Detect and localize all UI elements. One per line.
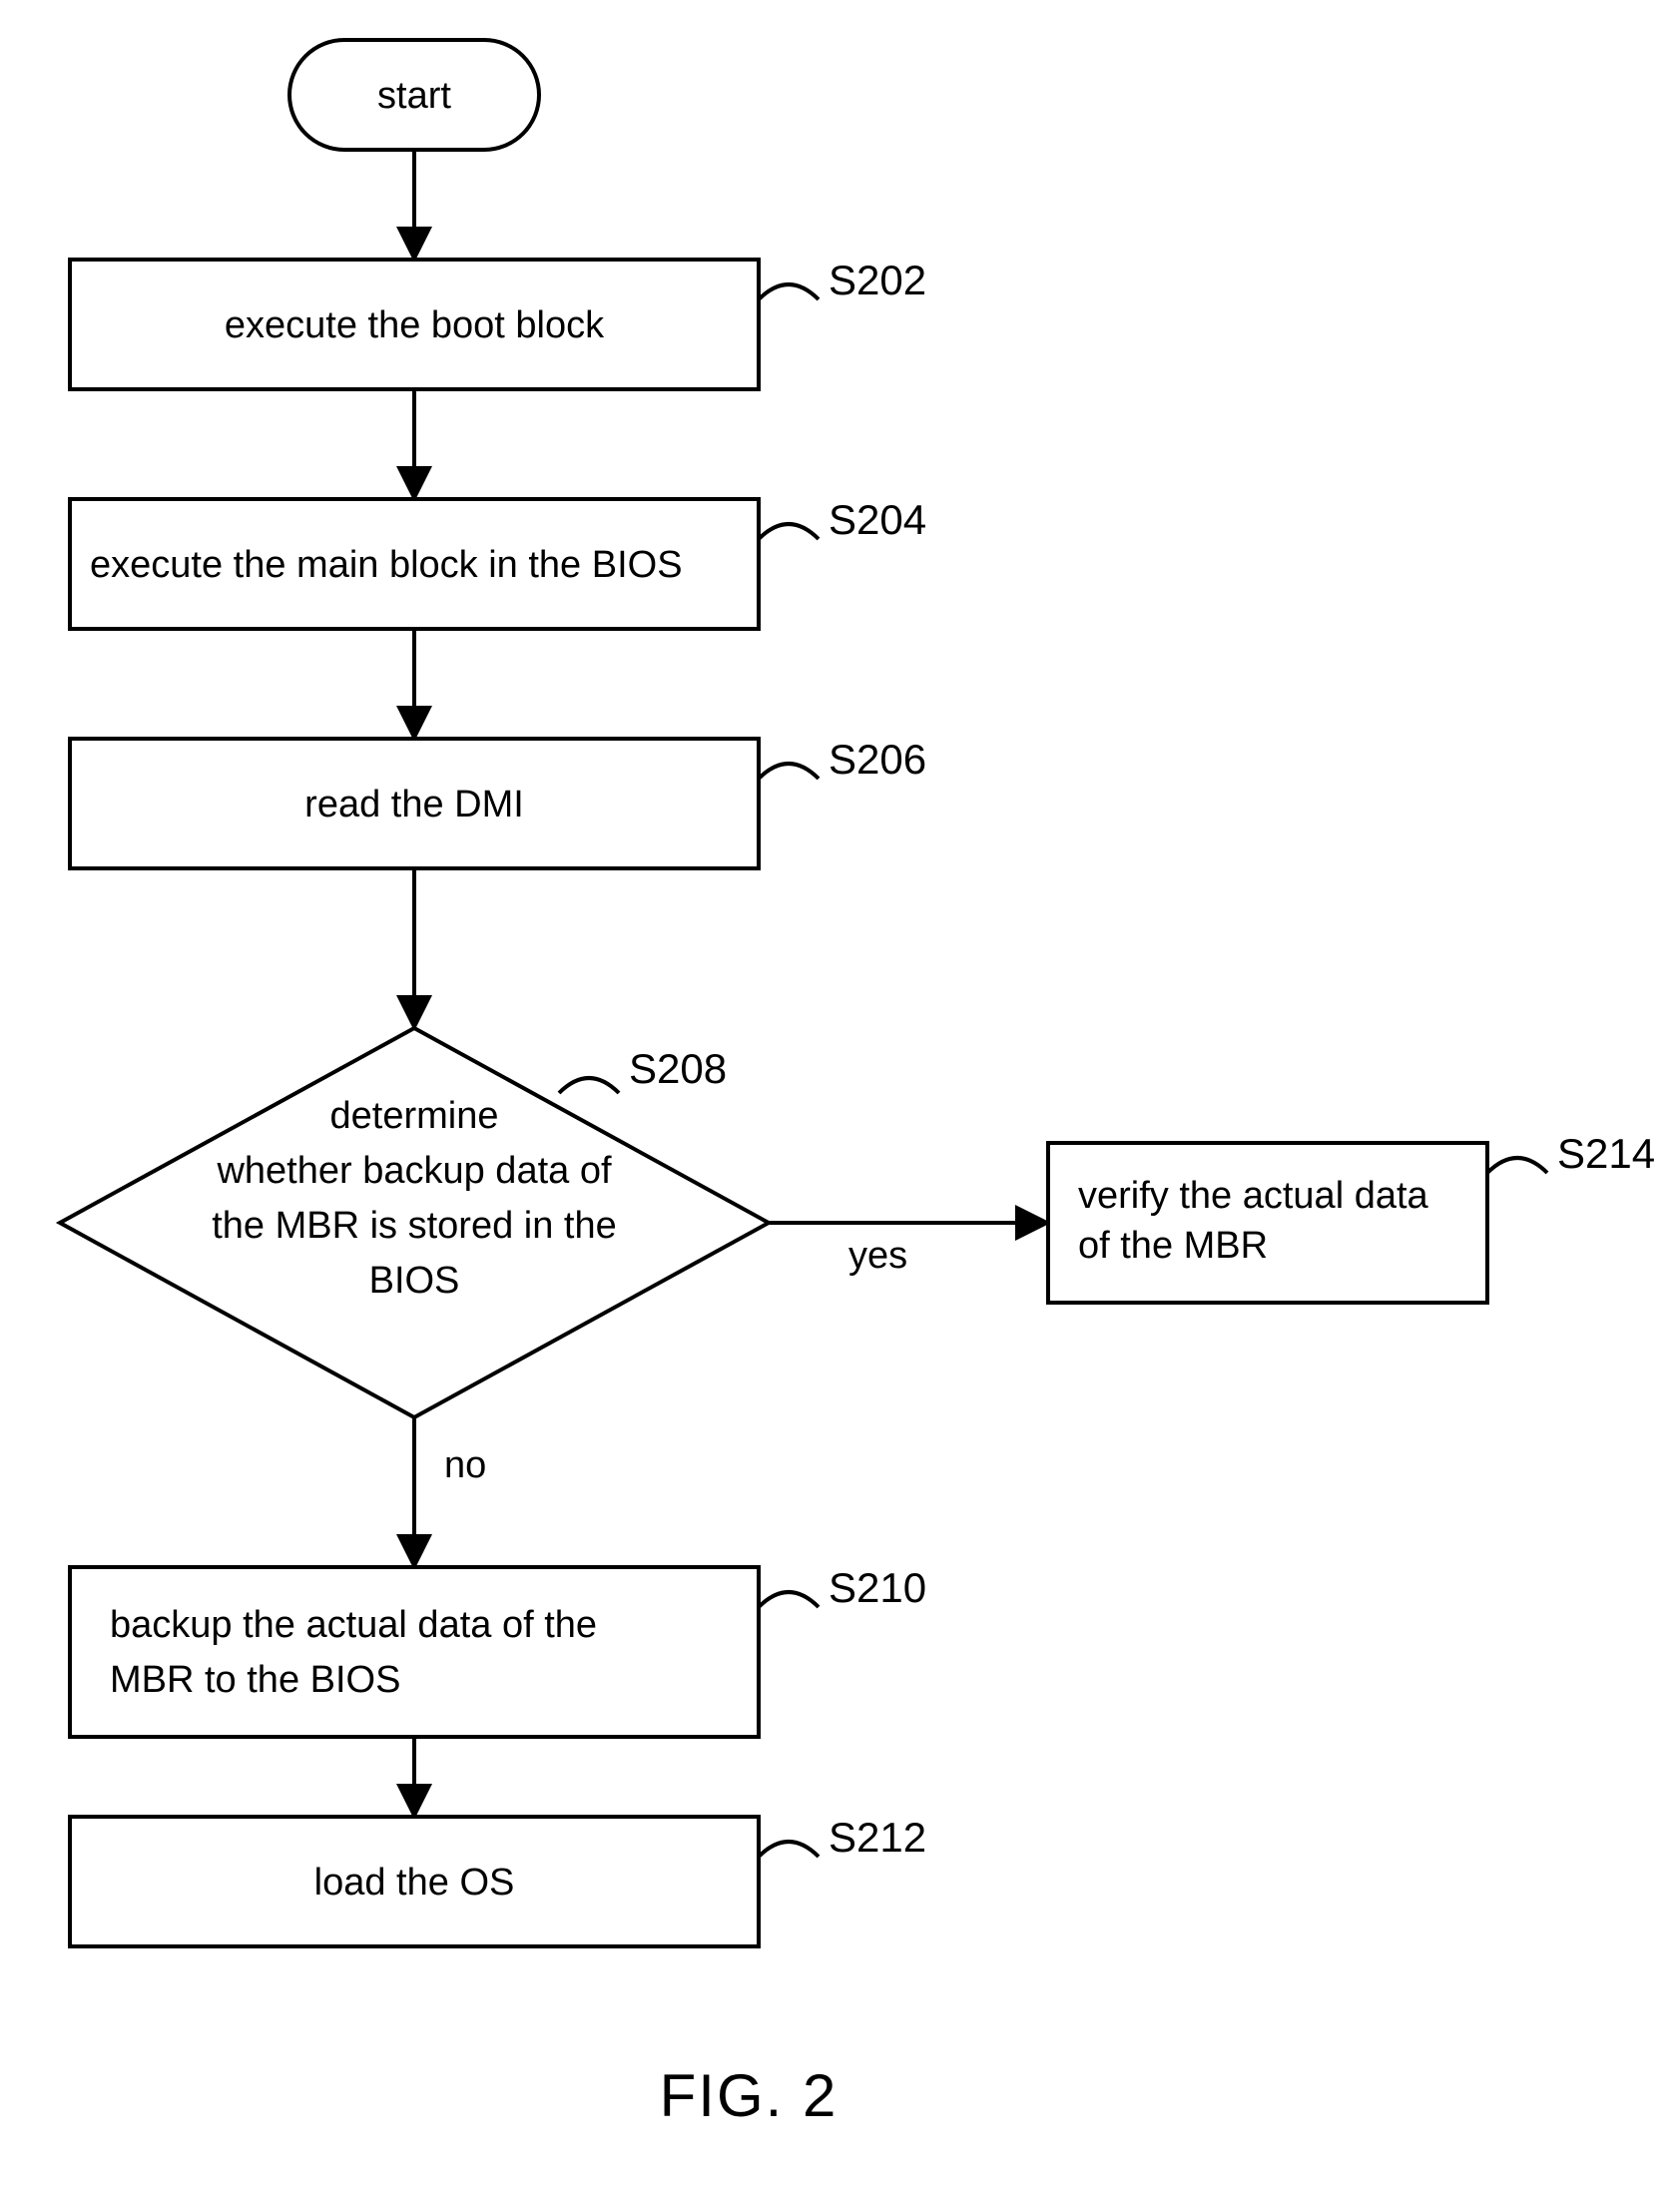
- s208-yes-label: yes: [848, 1235, 907, 1277]
- s210-node: backup the actual data of the MBR to the…: [70, 1567, 759, 1737]
- s214-line2: of the MBR: [1078, 1225, 1268, 1267]
- s214-label: S214: [1557, 1130, 1655, 1177]
- s206-text: read the DMI: [304, 784, 524, 825]
- s202-text: execute the boot block: [225, 304, 605, 346]
- s206-leader: [759, 764, 819, 779]
- s208-line1: determine: [330, 1095, 499, 1137]
- s214-node: verify the actual data of the MBR: [1048, 1143, 1487, 1303]
- s208-line2: whether backup data of: [216, 1150, 611, 1192]
- s214-leader: [1487, 1158, 1547, 1173]
- s202-leader: [759, 284, 819, 299]
- s204-text: execute the main block in the BIOS: [90, 544, 683, 586]
- s202-node: execute the boot block: [70, 260, 759, 389]
- s210-line1: backup the actual data of the: [110, 1604, 597, 1646]
- s204-node: execute the main block in the BIOS: [70, 499, 759, 629]
- s210-leader: [759, 1592, 819, 1607]
- s208-line4: BIOS: [369, 1260, 460, 1302]
- s212-node: load the OS: [70, 1817, 759, 1946]
- start-text: start: [377, 75, 451, 117]
- s204-leader: [759, 524, 819, 539]
- s204-label: S204: [829, 496, 926, 543]
- s212-leader: [759, 1842, 819, 1857]
- s208-label: S208: [629, 1045, 727, 1092]
- s208-leader: [559, 1078, 619, 1093]
- s206-label: S206: [829, 736, 926, 783]
- s210-label: S210: [829, 1564, 926, 1611]
- s212-label: S212: [829, 1814, 926, 1861]
- s210-line2: MBR to the BIOS: [110, 1659, 400, 1701]
- figure-caption: FIG. 2: [660, 2062, 839, 2129]
- s208-no-label: no: [444, 1444, 486, 1486]
- s206-node: read the DMI: [70, 739, 759, 868]
- s212-text: load the OS: [314, 1862, 515, 1904]
- s208-line3: the MBR is stored in the: [212, 1205, 617, 1247]
- s202-label: S202: [829, 257, 926, 303]
- flowchart: start execute the boot block S202 execut…: [0, 0, 1680, 2187]
- s214-line1: verify the actual data: [1078, 1175, 1429, 1217]
- start-node: start: [289, 40, 539, 150]
